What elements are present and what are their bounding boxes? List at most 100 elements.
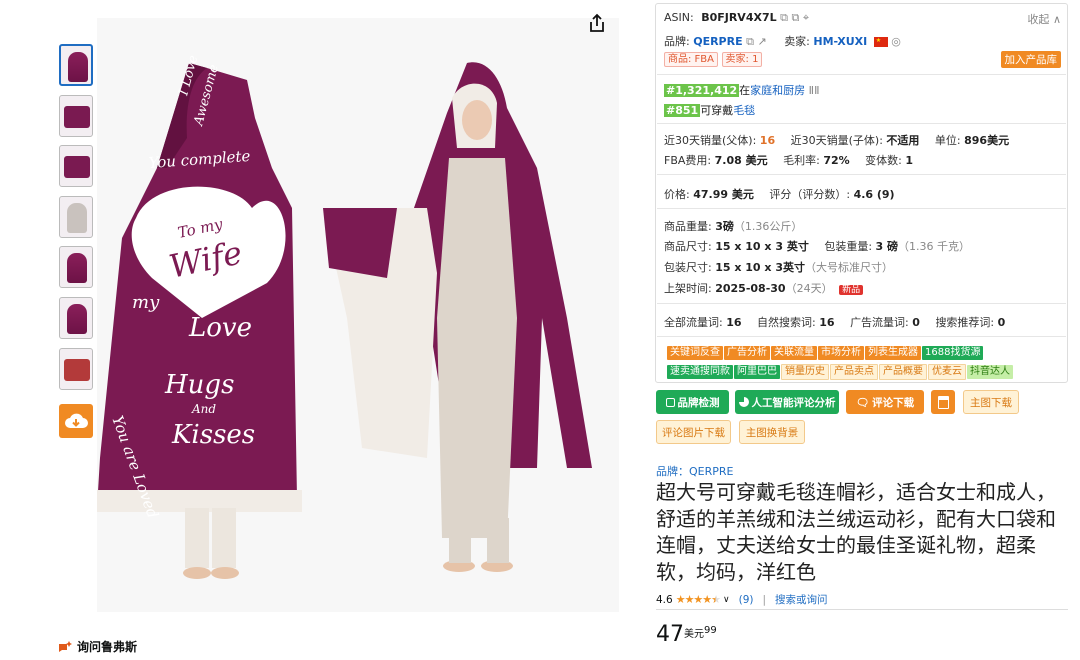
divider xyxy=(657,123,1066,124)
thumbnail-5[interactable] xyxy=(59,246,93,289)
location-icon[interactable]: ⌖ xyxy=(803,11,809,24)
thumbnail-1[interactable] xyxy=(59,44,93,86)
tool-related-traffic[interactable]: 关联流量 xyxy=(771,346,817,360)
tool-alibaba[interactable]: 阿里巴巴 xyxy=(734,365,780,379)
listed-label: 上架时间: xyxy=(664,282,712,295)
weight-row: 商品重量: 3磅（1.36公斤） xyxy=(664,218,802,234)
weight-label: 商品重量: xyxy=(664,220,712,233)
brand-store-link[interactable]: 品牌：QERPRE xyxy=(656,463,733,479)
divider xyxy=(657,208,1066,209)
thumb-figure xyxy=(67,253,87,284)
kw-rec-label: 搜索推荐词: xyxy=(935,316,995,329)
review-image-download-button[interactable]: 评论图片下载 xyxy=(656,420,731,444)
sales-child-value: 不适用 xyxy=(886,134,920,147)
tool-market-analysis[interactable]: 市场分析 xyxy=(818,346,864,360)
fba-label: FBA费用: xyxy=(664,154,712,167)
tool-1688-sourcing[interactable]: 1688找货源 xyxy=(922,346,984,360)
tag-fba: 商品: FBA xyxy=(664,52,719,67)
add-to-library-button[interactable]: 加入产品库 xyxy=(1000,51,1061,68)
calculator-icon xyxy=(937,395,949,409)
main-image-bg-label: 主图换背景 xyxy=(745,426,799,439)
img-text-and: And xyxy=(191,402,216,416)
tool-product-summary[interactable]: 产品概要 xyxy=(879,364,927,380)
tool-youmaiyun[interactable]: 优麦云 xyxy=(928,364,966,380)
kw-rec-value: 0 xyxy=(997,316,1006,329)
chart-icon[interactable]: ⅡⅡ xyxy=(809,84,820,97)
rating-row: 4.6 ★★★★★ ∨ (9) | 搜索或询问 xyxy=(656,592,828,607)
ai-review-button[interactable]: 人工智能评论分析 xyxy=(735,390,839,414)
share-icon xyxy=(590,13,604,32)
rank-category-1[interactable]: 家庭和厨房 xyxy=(750,84,805,97)
listed-days: （24天） xyxy=(785,282,833,295)
tool-keyword-reverse[interactable]: 关键词反查 xyxy=(667,346,723,360)
brand-seller-row: 品牌: QERPRE ⧉ ↗ 卖家: HM-XUXI ★ ◎ xyxy=(664,33,901,49)
pkg-weight-label: 包装重量: xyxy=(824,240,873,253)
pkg-dims-row: 包装尺寸: 15 x 10 x 3英寸（大号标准尺寸） xyxy=(664,259,893,275)
seller-label: 卖家: xyxy=(784,35,810,48)
copy-icon-2[interactable]: ⧉ xyxy=(791,11,799,24)
external-link-icon[interactable]: ↗ xyxy=(757,35,766,48)
thumb-figure xyxy=(67,202,87,233)
ai-review-label: 人工智能评论分析 xyxy=(751,396,836,409)
kw-natural-value: 16 xyxy=(819,316,835,329)
keyword-row: 全部流量词: 16 自然搜索词: 16 广告流量词: 0 搜索推荐词: 0 xyxy=(664,314,1005,330)
ask-rufus[interactable]: 询问鲁弗斯 xyxy=(58,638,137,655)
brand-label: 品牌: xyxy=(664,35,690,48)
review-count-link[interactable]: (9) xyxy=(739,594,754,606)
copy-icon[interactable]: ⧉ xyxy=(746,35,754,48)
tag-seller-count: 卖家: 1 xyxy=(721,52,763,67)
cloud-download-button[interactable] xyxy=(59,404,93,438)
review-download-button[interactable]: 🗨 评论下载 xyxy=(846,390,924,414)
img-text-my: my xyxy=(132,292,160,313)
img-text-hugs: Hugs xyxy=(164,370,234,400)
price-value: 47.99 美元 xyxy=(693,188,754,201)
rank-value-2: #851 xyxy=(664,104,701,117)
cloud-download-icon xyxy=(65,413,88,428)
kw-all-value: 16 xyxy=(726,316,742,329)
target-icon[interactable]: ◎ xyxy=(891,35,901,48)
tool-sales-history[interactable]: 销量历史 xyxy=(781,364,829,380)
thumbnail-2[interactable] xyxy=(59,94,93,137)
calculator-button[interactable] xyxy=(931,390,955,414)
main-image-download-button[interactable]: 主图下载 xyxy=(963,390,1019,414)
tool-list-generator[interactable]: 列表生成器 xyxy=(865,346,921,360)
star-rating-icon[interactable]: ★★★★★ xyxy=(676,593,721,606)
square-icon xyxy=(665,397,675,407)
thumbnail-6[interactable] xyxy=(59,296,93,339)
main-image-download-label: 主图下载 xyxy=(970,396,1012,409)
brand-check-button[interactable]: 品牌检测 xyxy=(656,390,729,414)
chevron-down-icon[interactable]: ∨ xyxy=(723,595,730,605)
search-ask-link[interactable]: 搜索或询问 xyxy=(775,592,828,607)
fba-row: FBA费用: 7.08 美元 毛利率: 72% 变体数: 1 xyxy=(664,152,913,168)
price-display: 47 美元 99 xyxy=(656,622,717,648)
thumbnail-3[interactable] xyxy=(59,145,93,188)
review-download-label: 评论下载 xyxy=(872,396,915,409)
seller-link[interactable]: HM-XUXI xyxy=(813,35,867,48)
sales-parent-value: 16 xyxy=(759,134,776,147)
thumb-figure xyxy=(67,303,87,334)
chevron-up-icon: ∧ xyxy=(1052,13,1061,26)
brand-link[interactable]: QERPRE xyxy=(693,35,742,48)
rufus-icon xyxy=(59,640,72,652)
tool-douyin[interactable]: 抖音达人 xyxy=(967,365,1013,379)
collapse-toggle[interactable]: 收起 ∧ xyxy=(1027,11,1061,27)
main-image-bg-button[interactable]: 主图换背景 xyxy=(739,420,805,444)
thumb-figure xyxy=(64,156,90,179)
tool-selling-points[interactable]: 产品卖点 xyxy=(830,364,878,380)
main-product-image[interactable]: You complete To my Wife I Love Awesome L… xyxy=(97,13,619,612)
pkg-weight-alt: （1.36 千克） xyxy=(898,240,971,253)
asin-label: ASIN: xyxy=(664,11,694,24)
price-row: 价格: 47.99 美元 评分（评分数）: 4.6 (9) xyxy=(664,186,895,202)
thumbnail-7[interactable] xyxy=(59,347,93,390)
rank-category-2[interactable]: 毛毯 xyxy=(733,104,755,117)
asin-row: ASIN: B0FJRV4X7L ⧉ ⧉ ⌖ xyxy=(664,11,809,25)
share-button[interactable] xyxy=(584,10,610,36)
copy-icon[interactable]: ⧉ xyxy=(780,11,788,24)
tool-ad-analysis[interactable]: 广告分析 xyxy=(724,346,770,360)
ask-rufus-label: 询问鲁弗斯 xyxy=(77,640,138,654)
divider xyxy=(657,74,1066,75)
new-badge: 新品 xyxy=(839,285,864,295)
thumb-figure xyxy=(64,358,90,381)
thumbnail-4[interactable] xyxy=(59,195,93,238)
tool-aliexpress[interactable]: 速卖通搜同款 xyxy=(667,365,733,379)
